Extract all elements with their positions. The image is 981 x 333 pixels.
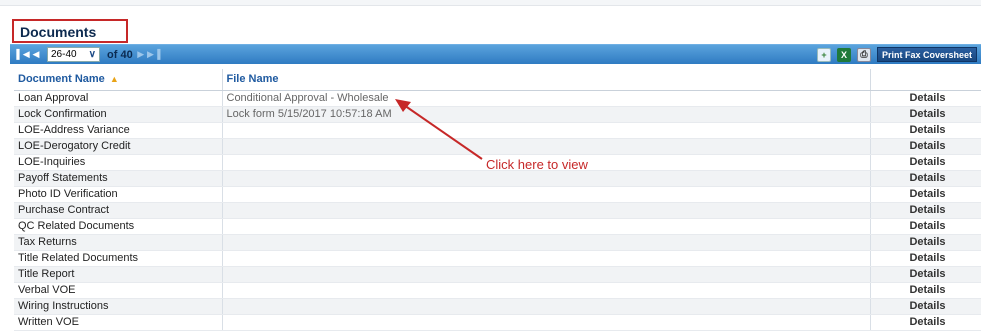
file-name-cell: [222, 282, 871, 299]
table-row: Wiring Instructions Details: [14, 298, 981, 315]
file-name-cell: [222, 266, 871, 283]
document-name-cell: Tax Returns: [14, 234, 223, 251]
callout-annotation: Click here to view: [486, 157, 588, 172]
chevron-down-icon: ∨: [88, 49, 96, 60]
add-document-icon[interactable]: +: [816, 47, 831, 62]
table-row: Title Report Details: [14, 266, 981, 283]
file-name-cell: [222, 138, 871, 155]
column-header-document-name-label: Document Name: [18, 73, 105, 86]
document-name-cell: Title Related Documents: [14, 250, 223, 267]
document-name-cell: Photo ID Verification: [14, 186, 223, 203]
details-link[interactable]: Details: [870, 138, 981, 155]
table-row: Photo ID Verification Details: [14, 186, 981, 203]
file-name-cell: [222, 298, 871, 315]
file-name-cell: [222, 202, 871, 219]
file-name-cell: [222, 218, 871, 235]
documents-table: Document Name ▲ File Name Loan Approval C…: [14, 69, 981, 331]
details-link[interactable]: Details: [870, 266, 981, 283]
document-name-cell: Loan Approval: [14, 90, 223, 107]
details-link[interactable]: Details: [870, 250, 981, 267]
details-link[interactable]: Details: [870, 314, 981, 331]
document-name-cell: Wiring Instructions: [14, 298, 223, 315]
details-link[interactable]: Details: [870, 106, 981, 123]
pager: ▌◀ ◀ 26-40 ∨ of 40 ▶ ▶▐: [16, 47, 160, 62]
column-header-actions: [870, 69, 981, 91]
print-icon[interactable]: ⎙: [856, 47, 871, 62]
documents-title-box: Documents: [12, 19, 128, 43]
document-name-cell: Lock Confirmation: [14, 106, 223, 123]
last-page-icon[interactable]: ▶▐: [147, 48, 160, 62]
details-link[interactable]: Details: [870, 154, 981, 171]
table-row: Verbal VOE Details: [14, 282, 981, 299]
file-name-link[interactable]: Conditional Approval - Wholesale: [222, 90, 871, 107]
page-title: Documents: [20, 24, 97, 40]
top-strip: [0, 0, 981, 6]
details-link[interactable]: Details: [870, 90, 981, 107]
details-link[interactable]: Details: [870, 186, 981, 203]
document-name-cell: Payoff Statements: [14, 170, 223, 187]
page-total-label: of 40: [107, 49, 133, 61]
table-row: LOE-Address Variance Details: [14, 122, 981, 139]
file-name-cell: [222, 234, 871, 251]
details-link[interactable]: Details: [870, 170, 981, 187]
excel-export-icon[interactable]: X: [836, 47, 851, 62]
first-page-icon[interactable]: ▌◀: [16, 48, 29, 62]
details-link[interactable]: Details: [870, 282, 981, 299]
details-link[interactable]: Details: [870, 298, 981, 315]
page-range-select[interactable]: 26-40 ∨: [47, 47, 100, 62]
table-row: Title Related Documents Details: [14, 250, 981, 267]
document-name-cell: QC Related Documents: [14, 218, 223, 235]
print-fax-coversheet-button[interactable]: Print Fax Coversheet: [876, 47, 977, 62]
document-name-cell: LOE-Address Variance: [14, 122, 223, 139]
table-row: Lock Confirmation Lock form 5/15/2017 10:…: [14, 106, 981, 123]
page-range-value: 26-40: [51, 49, 77, 60]
file-name-cell: [222, 122, 871, 139]
file-name-cell: [222, 314, 871, 331]
table-row: QC Related Documents Details: [14, 218, 981, 235]
file-name-cell: [222, 186, 871, 203]
table-row: Loan Approval Conditional Approval - Whol…: [14, 90, 981, 107]
table-row: Written VOE Details: [14, 314, 981, 331]
document-name-cell: Purchase Contract: [14, 202, 223, 219]
document-name-cell: Verbal VOE: [14, 282, 223, 299]
details-link[interactable]: Details: [870, 218, 981, 235]
details-link[interactable]: Details: [870, 202, 981, 219]
table-row: Tax Returns Details: [14, 234, 981, 251]
document-name-cell: LOE-Derogatory Credit: [14, 138, 223, 155]
file-name-cell: [222, 170, 871, 187]
previous-page-icon[interactable]: ◀: [31, 48, 41, 62]
toolbar-actions: + X ⎙ Print Fax Coversheet: [816, 47, 977, 62]
sort-ascending-icon: ▲: [109, 74, 119, 85]
of-prefix: of: [107, 48, 118, 61]
details-link[interactable]: Details: [870, 234, 981, 251]
document-name-cell: Title Report: [14, 266, 223, 283]
document-name-cell: LOE-Inquiries: [14, 154, 223, 171]
column-header-file-name[interactable]: File Name: [222, 69, 871, 91]
total-count: 40: [120, 48, 133, 61]
file-name-cell: [222, 250, 871, 267]
file-name-link[interactable]: Lock form 5/15/2017 10:57:18 AM: [222, 106, 871, 123]
table-row: Purchase Contract Details: [14, 202, 981, 219]
column-header-document-name[interactable]: Document Name ▲: [14, 69, 223, 91]
document-name-cell: Written VOE: [14, 314, 223, 331]
table-header-row: Document Name ▲ File Name: [14, 69, 981, 91]
table-row: Payoff Statements Details: [14, 170, 981, 187]
details-link[interactable]: Details: [870, 122, 981, 139]
table-row: LOE-Derogatory Credit Details: [14, 138, 981, 155]
next-page-icon[interactable]: ▶: [136, 48, 146, 62]
grid-toolbar: ▌◀ ◀ 26-40 ∨ of 40 ▶ ▶▐ + X ⎙ Print Fax …: [10, 44, 981, 64]
